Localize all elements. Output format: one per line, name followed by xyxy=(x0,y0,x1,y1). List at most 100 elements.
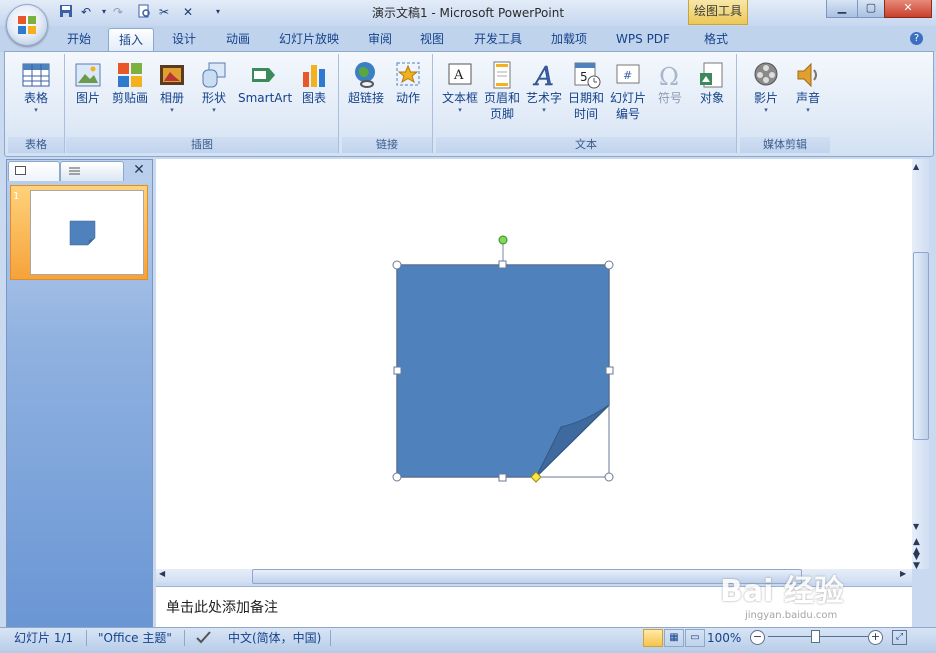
rotation-handle[interactable] xyxy=(498,235,508,245)
symbol-button[interactable]: Ω 符号 xyxy=(648,58,692,134)
zoom-out-icon[interactable]: − xyxy=(750,630,765,645)
spell-check-icon[interactable] xyxy=(196,630,212,646)
clipart-icon xyxy=(118,63,142,87)
normal-view-icon[interactable] xyxy=(643,629,663,647)
group-label-media: 媒体剪辑 xyxy=(740,137,830,153)
chart-button[interactable]: 图表 xyxy=(292,58,336,134)
slide-thumbnail-number: 1 xyxy=(13,191,20,202)
wordart-icon: A xyxy=(533,62,554,90)
picture-button[interactable]: 图片 xyxy=(66,58,110,134)
maximize-button[interactable]: ▢ xyxy=(857,0,885,18)
svg-text:5: 5 xyxy=(580,70,588,84)
help-icon[interactable]: ? xyxy=(910,32,923,45)
resize-handle-bottom[interactable] xyxy=(498,473,507,482)
table-button[interactable]: 表格 ▾ xyxy=(14,58,58,134)
symbol-button-label: 符号 xyxy=(657,91,682,105)
group-label-illustrations: 插图 xyxy=(66,137,338,153)
resize-handle-bottom-left[interactable] xyxy=(392,472,402,482)
scroll-left-icon[interactable]: ◀ xyxy=(159,569,165,578)
office-button[interactable] xyxy=(6,4,48,46)
sound-button[interactable]: 声音 ▾ xyxy=(786,58,830,134)
hyperlink-button[interactable]: 超链接 xyxy=(344,58,388,134)
header-footer-button[interactable]: 页眉和 页脚 xyxy=(480,58,524,134)
date-time-label-line2: 时间 xyxy=(573,107,598,121)
action-button[interactable]: 动作 xyxy=(386,58,430,134)
notes-placeholder[interactable]: 单击此处添加备注 xyxy=(166,597,278,617)
tab-animations[interactable]: 动画 xyxy=(216,28,260,52)
sound-button-label: 声音 xyxy=(795,91,820,105)
slide-number-label-line1: 幻灯片 xyxy=(609,91,646,105)
group-label-links: 链接 xyxy=(342,137,432,153)
tab-slides[interactable] xyxy=(8,161,60,181)
resize-handle-top[interactable] xyxy=(498,260,507,269)
tab-slideshow[interactable]: 幻灯片放映 xyxy=(270,28,348,52)
textbox-icon: A xyxy=(448,63,472,85)
tab-view[interactable]: 视图 xyxy=(410,28,454,52)
omega-symbol-icon: Ω xyxy=(659,63,679,90)
resize-handle-left[interactable] xyxy=(393,366,402,375)
folded-corner-shape[interactable] xyxy=(396,264,610,478)
group-label-tables: 表格 xyxy=(8,137,64,153)
resize-handle-right[interactable] xyxy=(605,366,614,375)
slide-sorter-view-icon[interactable]: ▦ xyxy=(664,629,684,647)
action-button-label: 动作 xyxy=(395,91,420,105)
minimize-button[interactable]: ▁ xyxy=(826,0,858,18)
hyperlink-button-label: 超链接 xyxy=(347,91,384,105)
slide-editing-area[interactable] xyxy=(156,159,912,569)
svg-text:A: A xyxy=(533,62,554,90)
outline-tab-icon xyxy=(69,167,80,175)
slide-number-button[interactable]: # 幻灯片 编号 xyxy=(606,58,650,134)
group-label-text: 文本 xyxy=(436,137,736,153)
tab-design[interactable]: 设计 xyxy=(162,28,206,52)
next-slide-icon[interactable]: ▼ ▼ xyxy=(913,553,920,571)
status-language[interactable]: 中文(简体，中国) xyxy=(228,630,321,646)
tab-insert[interactable]: 插入 xyxy=(108,28,154,53)
clipart-button-label: 剪贴画 xyxy=(111,91,148,105)
action-star-icon xyxy=(396,62,420,86)
close-button[interactable]: ✕ xyxy=(884,0,932,18)
tab-developer[interactable]: 开发工具 xyxy=(466,28,530,52)
slide-number-icon: # xyxy=(616,64,640,84)
resize-handle-bottom-right[interactable] xyxy=(604,472,614,482)
table-button-label: 表格 xyxy=(23,91,48,105)
status-theme: "Office 主题" xyxy=(98,631,172,645)
vertical-scroll-thumb[interactable] xyxy=(913,252,929,440)
shapes-button-label: 形状 xyxy=(201,91,226,105)
hyperlink-globe-icon xyxy=(355,62,375,88)
photo-album-button[interactable]: 相册 ▾ xyxy=(150,58,194,134)
date-time-button[interactable]: 5 日期和 时间 xyxy=(564,58,608,134)
slide-canvas[interactable] xyxy=(156,159,912,569)
close-pane-icon[interactable]: ✕ xyxy=(131,161,147,179)
dropdown-arrow-icon: ▾ xyxy=(806,106,810,114)
slideshow-view-icon[interactable]: ▭ xyxy=(685,629,705,647)
object-button[interactable]: 对象 xyxy=(690,58,734,134)
clipart-button[interactable]: 剪贴画 xyxy=(108,58,152,134)
tab-format[interactable]: 格式 xyxy=(690,28,742,52)
wordart-button[interactable]: A 艺术字 ▾ xyxy=(522,58,566,134)
tab-addins[interactable]: 加载项 xyxy=(542,28,596,52)
smartart-button[interactable]: SmartArt xyxy=(238,58,292,134)
drawing-tools-context-tab[interactable]: 绘图工具 xyxy=(688,0,748,25)
scroll-down-icon[interactable]: ▼ xyxy=(913,522,919,531)
fit-to-window-icon[interactable]: ⤢ xyxy=(892,630,907,645)
tab-wps-pdf[interactable]: WPS PDF xyxy=(606,28,680,52)
tab-home[interactable]: 开始 xyxy=(58,28,100,52)
slide-thumbnail[interactable] xyxy=(30,190,144,275)
resize-handle-top-left[interactable] xyxy=(392,260,402,270)
textbox-button[interactable]: A 文本框 ▾ xyxy=(438,58,482,134)
scroll-up-icon[interactable]: ▲ xyxy=(913,162,919,171)
zoom-in-icon[interactable]: + xyxy=(868,630,883,645)
tab-review[interactable]: 审阅 xyxy=(358,28,402,52)
tab-outline[interactable] xyxy=(60,161,124,181)
svg-text:#: # xyxy=(623,69,632,82)
zoom-slider-knob[interactable] xyxy=(811,630,820,643)
status-divider xyxy=(86,630,87,646)
slide-number-label-line2: 编号 xyxy=(615,107,640,121)
shapes-button[interactable]: 形状 ▾ xyxy=(192,58,236,134)
resize-handle-top-right[interactable] xyxy=(604,260,614,270)
smartart-icon xyxy=(252,68,275,82)
movie-button-label: 影片 xyxy=(753,91,778,105)
thumbnail-shape xyxy=(69,220,96,246)
movie-button[interactable]: 影片 ▾ xyxy=(744,58,788,134)
zoom-level[interactable]: 100% xyxy=(707,630,741,646)
